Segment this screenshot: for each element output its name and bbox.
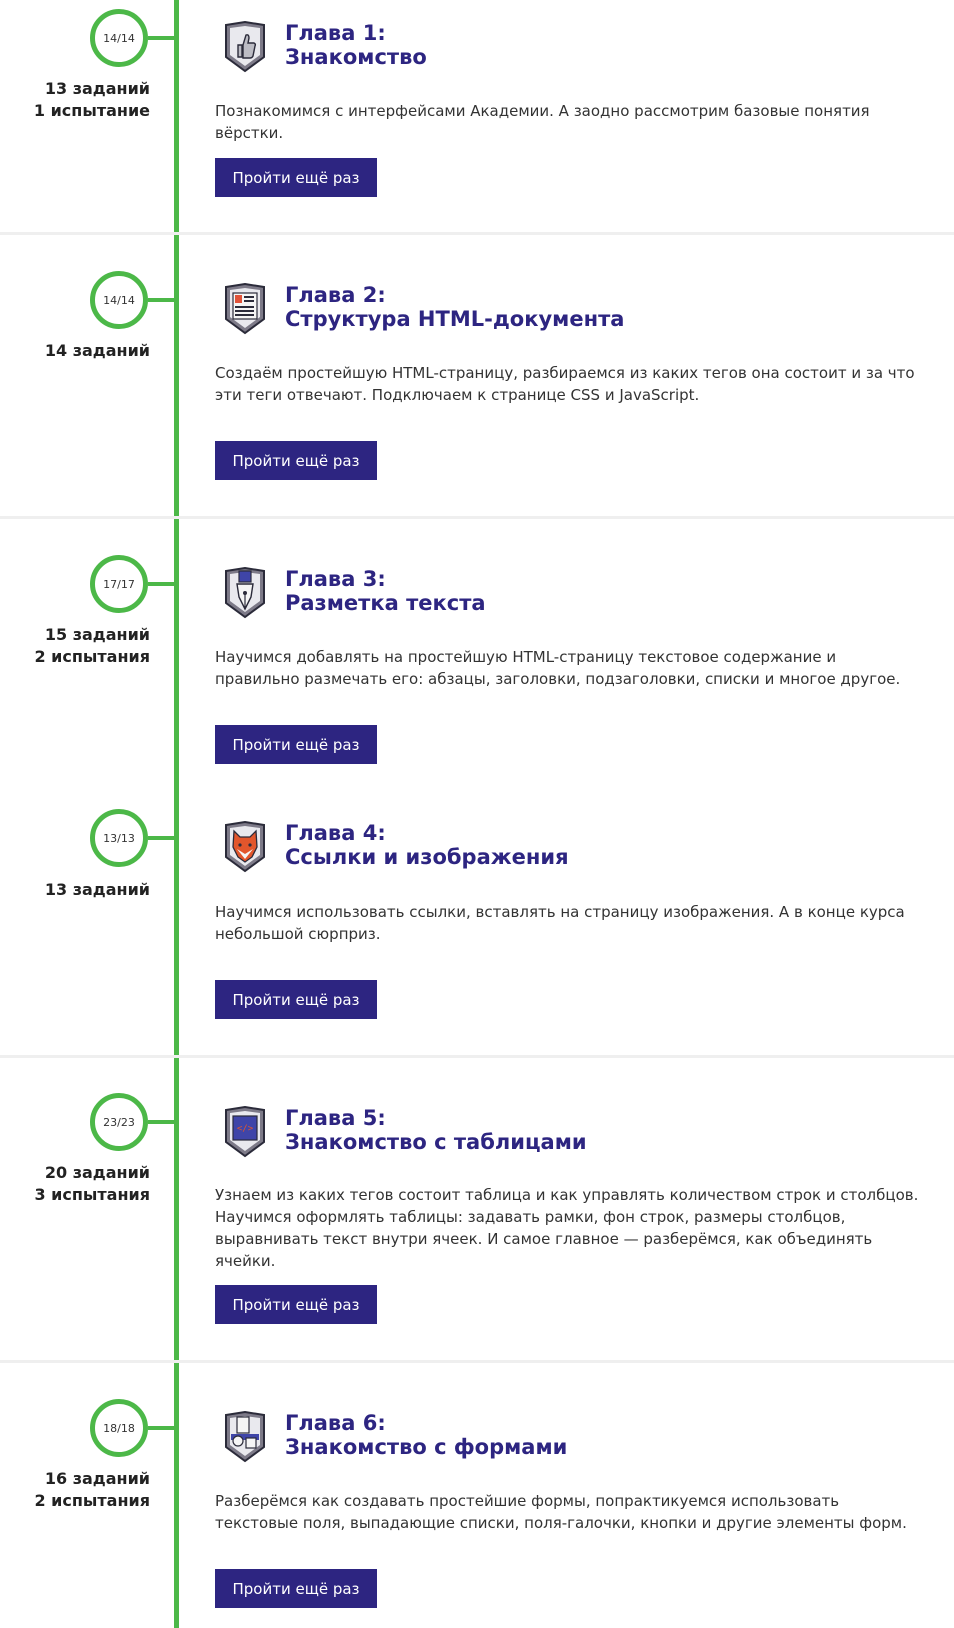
chapter-number: Глава 5: [285, 1106, 386, 1130]
chapter-number: Глава 2: [285, 283, 386, 307]
chapter-number: Глава 4: [285, 821, 386, 845]
progress-ring: 18/18 [90, 1399, 148, 1457]
timeline-connector [148, 582, 176, 586]
chapter-name: Структура HTML-документа [285, 307, 625, 331]
retake-button[interactable]: Пройти ещё раз [215, 441, 377, 480]
chapter-number: Глава 3: [285, 567, 386, 591]
chapter-description: Научимся использовать ссылки, вставлять … [215, 903, 905, 943]
chapter-stats: 20 заданий 3 испытания [0, 1162, 150, 1206]
retake-button[interactable]: Пройти ещё раз [215, 725, 377, 764]
progress-ring: 17/17 [90, 555, 148, 613]
chapter-4: 13/13 13 заданий Глава 4: Ссылки и изобр… [0, 800, 954, 1058]
chapter-2: 14/14 14 заданий Глава 2: Структура HTML… [0, 235, 954, 519]
retake-button[interactable]: Пройти ещё раз [215, 1569, 377, 1608]
chapter-number: Глава 1: [285, 21, 386, 45]
retake-button[interactable]: Пройти ещё раз [215, 980, 377, 1019]
progress-count: 13/13 [103, 831, 135, 845]
chapter-stats: 15 заданий 2 испытания [0, 624, 150, 668]
chapter-name: Ссылки и изображения [285, 845, 569, 869]
tasks-count: 16 заданий [44, 1469, 150, 1488]
tasks-count: 13 заданий [44, 79, 150, 98]
thumbs-up-icon [225, 21, 265, 73]
progress-ring: 14/14 [90, 271, 148, 329]
chapter-title: Глава 6: Знакомство с формами [285, 1411, 567, 1459]
chapter-1: 14/14 13 заданий 1 испытание Глава 1: Зн… [0, 0, 954, 235]
chapter-description: Познакомимся с интерфейсами Академии. А … [215, 102, 870, 142]
progress-ring: 13/13 [90, 809, 148, 867]
timeline-connector [148, 1120, 176, 1124]
fountain-pen-icon [225, 567, 265, 619]
retake-button[interactable]: Пройти ещё раз [215, 1285, 377, 1324]
code-board-icon: </> [225, 1106, 265, 1158]
svg-text:</>: </> [237, 1124, 254, 1134]
chapter-3: 17/17 15 заданий 2 испытания Глава 3: Ра… [0, 519, 954, 800]
chapter-5: 23/23 20 заданий 3 испытания </> Глава 5… [0, 1058, 954, 1363]
progress-count: 14/14 [103, 293, 135, 307]
trials-count: 3 испытания [34, 1185, 150, 1204]
tasks-count: 20 заданий [44, 1163, 150, 1182]
chapter-description: Научимся добавлять на простейшую HTML-ст… [215, 648, 901, 688]
forms-icon [225, 1411, 265, 1463]
chapter-stats: 16 заданий 2 испытания [0, 1468, 150, 1512]
tasks-count: 15 заданий [44, 625, 150, 644]
chapter-stats: 14 заданий [0, 340, 150, 362]
progress-ring: 23/23 [90, 1093, 148, 1151]
chapter-description: Узнаем из каких тегов состоит таблица и … [215, 1186, 919, 1270]
progress-count: 23/23 [103, 1115, 135, 1129]
timeline-connector [148, 36, 176, 40]
chapter-6: 18/18 16 заданий 2 испытания Глава 6: Зн… [0, 1363, 954, 1628]
chapter-stats: 13 заданий [0, 879, 150, 901]
chapter-name: Знакомство с таблицами [285, 1130, 587, 1154]
timeline-connector [148, 298, 176, 302]
document-icon [225, 283, 265, 335]
chapter-title: Глава 4: Ссылки и изображения [285, 821, 569, 869]
chapter-number: Глава 6: [285, 1411, 386, 1435]
progress-count: 14/14 [103, 31, 135, 45]
timeline-connector [148, 836, 176, 840]
chapter-description: Разберёмся как создавать простейшие форм… [215, 1492, 907, 1532]
progress-ring: 14/14 [90, 9, 148, 67]
chapter-name: Разметка текста [285, 591, 486, 615]
fox-icon [225, 821, 265, 873]
chapter-stats: 13 заданий 1 испытание [0, 78, 150, 122]
tasks-count: 13 заданий [44, 880, 150, 899]
chapter-title: Глава 3: Разметка текста [285, 567, 486, 615]
chapter-name: Знакомство [285, 45, 427, 69]
progress-count: 17/17 [103, 577, 135, 591]
chapter-title: Глава 5: Знакомство с таблицами [285, 1106, 587, 1154]
chapter-title: Глава 1: Знакомство [285, 21, 427, 69]
trials-count: 2 испытания [34, 1491, 150, 1510]
progress-count: 18/18 [103, 1421, 135, 1435]
timeline-connector [148, 1426, 176, 1430]
chapter-name: Знакомство с формами [285, 1435, 568, 1459]
trials-count: 1 испытание [33, 101, 150, 120]
tasks-count: 14 заданий [44, 341, 150, 360]
chapter-description: Создаём простейшую HTML-страницу, разбир… [215, 364, 915, 404]
trials-count: 2 испытания [34, 647, 150, 666]
retake-button[interactable]: Пройти ещё раз [215, 158, 377, 197]
chapter-title: Глава 2: Структура HTML-документа [285, 283, 624, 331]
